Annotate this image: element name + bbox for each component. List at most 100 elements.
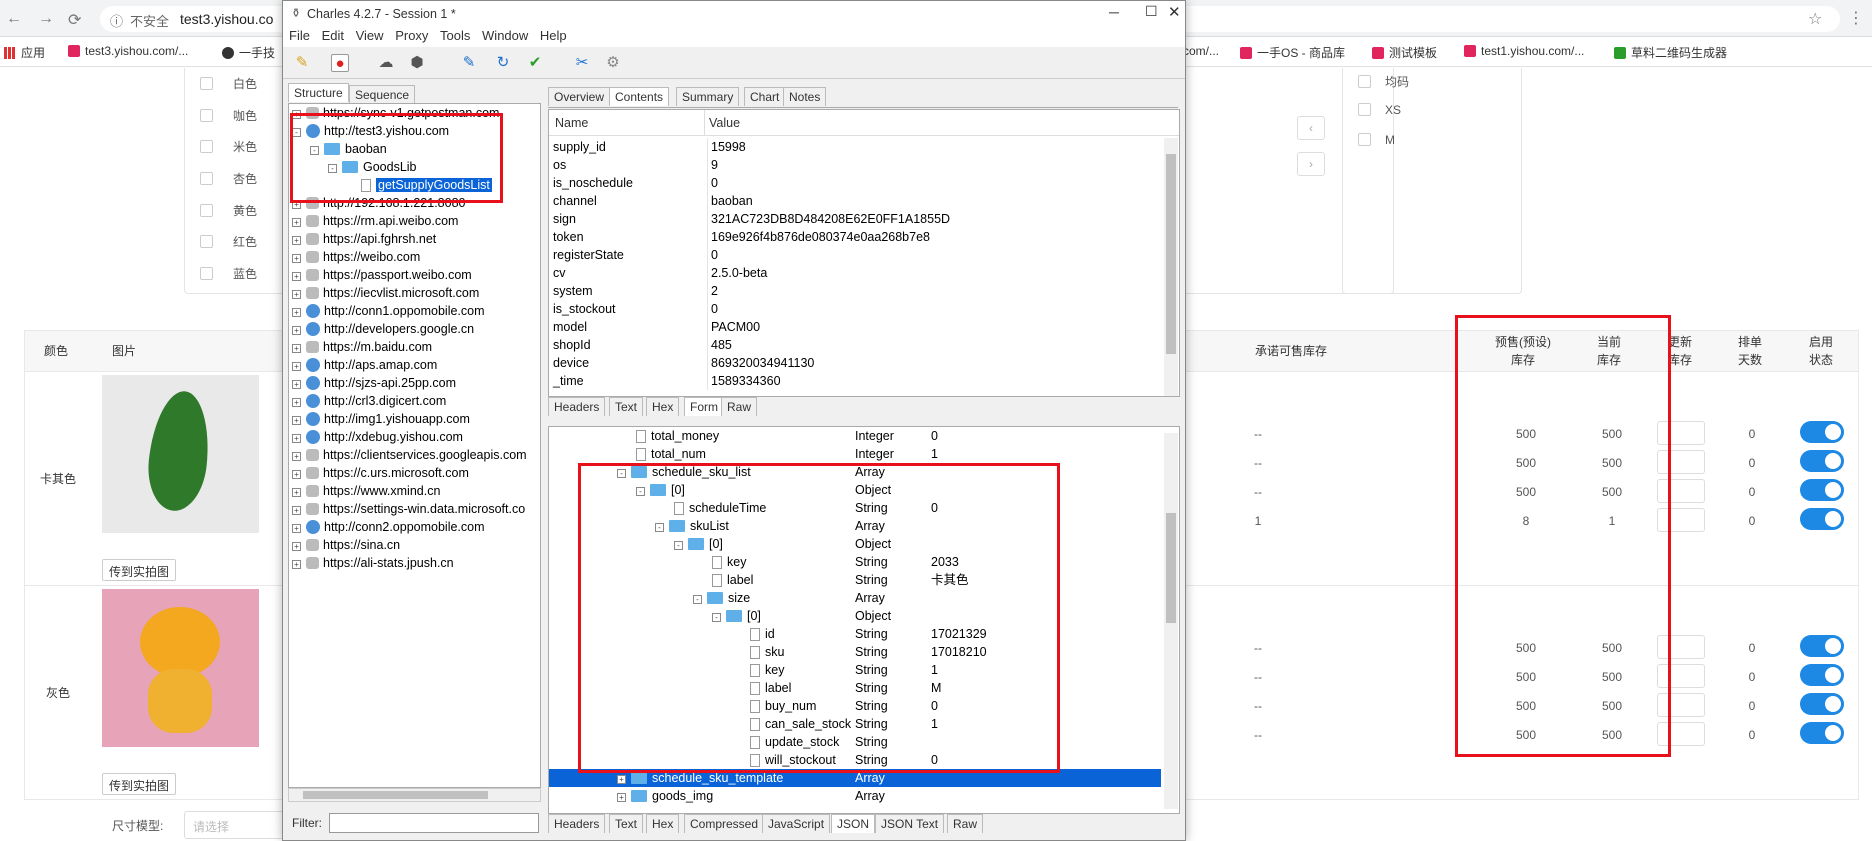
collapse-icon[interactable]: - [712,613,721,622]
expand-icon[interactable]: + [292,560,301,569]
menu-proxy[interactable]: Proxy [395,28,428,43]
update-stock-input[interactable] [1657,479,1705,503]
menu-view[interactable]: View [356,28,384,43]
form-row[interactable]: device 869320034941130 [549,354,1161,372]
tree-node[interactable]: + http://crl3.digicert.com [289,392,446,410]
response-tab[interactable]: Raw [947,814,984,833]
tree-node[interactable]: + https://iecvlist.microsoft.com [289,284,479,302]
enable-toggle[interactable] [1800,508,1844,530]
menu-window[interactable]: Window [482,28,528,43]
json-node[interactable]: total_money Integer 0 [549,427,1161,445]
form-vscroll-thumb[interactable] [1166,154,1176,354]
json-node[interactable]: - schedule_sku_list Array [549,463,1161,481]
menu-help[interactable]: Help [540,28,567,43]
collapse-icon[interactable]: - [655,523,664,532]
expand-icon[interactable]: + [292,452,301,461]
tab-sequence[interactable]: Sequence [349,85,416,104]
size-option[interactable]: M [1358,133,1395,147]
tree-node[interactable]: + http://xdebug.yishou.com [289,428,463,446]
tree-node[interactable]: + https://sina.cn [289,536,400,554]
enable-toggle[interactable] [1800,693,1844,715]
color-option[interactable]: 杏色 [200,170,257,187]
color-checkbox[interactable] [200,172,213,185]
tree-node[interactable]: getSupplyGoodsList [289,176,492,194]
update-stock-input[interactable] [1657,421,1705,445]
tab-structure[interactable]: Structure [288,83,349,102]
update-stock-input[interactable] [1657,635,1705,659]
tree-node[interactable]: + http://img1.yishouapp.com [289,410,470,428]
form-vscrollbar[interactable] [1164,138,1178,396]
expand-icon[interactable]: + [292,290,301,299]
expand-icon[interactable]: + [292,506,301,515]
star-icon[interactable]: ☆ [1808,9,1822,29]
update-stock-input[interactable] [1657,722,1705,746]
reload-icon[interactable]: ⟳ [68,10,81,30]
tree-node[interactable]: - baoban [289,140,387,158]
bookmark-item[interactable]: test1.yishou.com/... [1464,44,1584,58]
tree-node[interactable]: + http://aps.amap.com [289,356,437,374]
tree-hscrollbar[interactable] [288,788,541,802]
menu-edit[interactable]: Edit [322,28,344,43]
validate-icon[interactable]: ✔ [526,54,544,72]
response-tab[interactable]: Headers [548,814,606,833]
expand-icon[interactable]: + [292,326,301,335]
form-row[interactable]: channel baoban [549,192,1161,210]
maximize-icon[interactable]: ☐ [1145,3,1158,20]
top-tab[interactable]: Notes [783,87,827,106]
response-tab[interactable]: Text [609,814,644,833]
tree-node[interactable]: + https://settings-win.data.microsoft.co [289,500,525,518]
tree-node[interactable]: + http://192.168.1.221:8080 [289,194,466,212]
menu-tools[interactable]: Tools [440,28,470,43]
color-checkbox[interactable] [200,140,213,153]
bookmark-item[interactable]: com/... [1183,44,1219,58]
compose-icon[interactable]: ✎ [460,54,478,72]
filter-input[interactable] [329,813,539,833]
tree-node[interactable]: + https://ali-stats.jpush.cn [289,554,454,572]
upload-photo-button[interactable]: 传到实拍图 [102,559,177,581]
request-tab[interactable]: Headers [548,397,606,416]
json-node[interactable]: label String 卡其色 [549,571,1161,589]
expand-icon[interactable]: + [617,793,626,802]
move-right-button[interactable]: › [1297,152,1325,176]
response-tab[interactable]: Compressed [684,814,765,833]
expand-icon[interactable]: + [292,272,301,281]
color-option[interactable]: 黄色 [200,202,257,219]
form-row[interactable]: system 2 [549,282,1161,300]
bookmark-item[interactable]: 一手OS - 商品库 [1240,44,1345,61]
tree-node[interactable]: + https://api.fghrsh.net [289,230,436,248]
json-node[interactable]: label String M [549,679,1161,697]
json-node[interactable]: sku String 17018210 [549,643,1161,661]
form-row[interactable]: os 9 [549,156,1161,174]
enable-toggle[interactable] [1800,664,1844,686]
expand-icon[interactable]: + [292,416,301,425]
form-row[interactable]: is_stockout 0 [549,300,1161,318]
repeat-icon[interactable]: ↻ [494,54,512,72]
expand-icon[interactable]: + [292,362,301,371]
bookmark-item[interactable]: 一手技 [222,44,275,61]
tree-node[interactable]: + https://c.urs.microsoft.com [289,464,469,482]
form-row[interactable]: registerState 0 [549,246,1161,264]
tree-node[interactable]: - GoodsLib [289,158,417,176]
update-stock-input[interactable] [1657,508,1705,532]
top-tab[interactable]: Summary [676,87,740,106]
json-node[interactable]: key String 1 [549,661,1161,679]
update-stock-input[interactable] [1657,693,1705,717]
tree-node[interactable]: + http://developers.google.cn [289,320,474,338]
json-node[interactable]: will_stockout String 0 [549,751,1161,769]
form-row[interactable]: _time 1589334360 [549,372,1161,390]
bookmark-apps[interactable]: 应用 [4,44,45,61]
expand-icon[interactable]: + [292,344,301,353]
expand-icon[interactable]: + [292,380,301,389]
size-checkbox[interactable] [1358,133,1371,146]
top-tab[interactable]: Overview [548,87,611,106]
upload-photo-button[interactable]: 传到实拍图 [102,773,177,795]
request-tab[interactable]: Form [684,397,724,416]
tree-hscroll-thumb[interactable] [303,791,488,799]
json-node[interactable]: buy_num String 0 [549,697,1161,715]
minimize-icon[interactable]: ─ [1109,4,1119,20]
color-checkbox[interactable] [200,109,213,122]
tree-node[interactable]: + http://conn2.oppomobile.com [289,518,485,536]
color-option[interactable]: 红色 [200,233,257,250]
enable-toggle[interactable] [1800,722,1844,744]
collapse-icon[interactable]: - [328,164,337,173]
